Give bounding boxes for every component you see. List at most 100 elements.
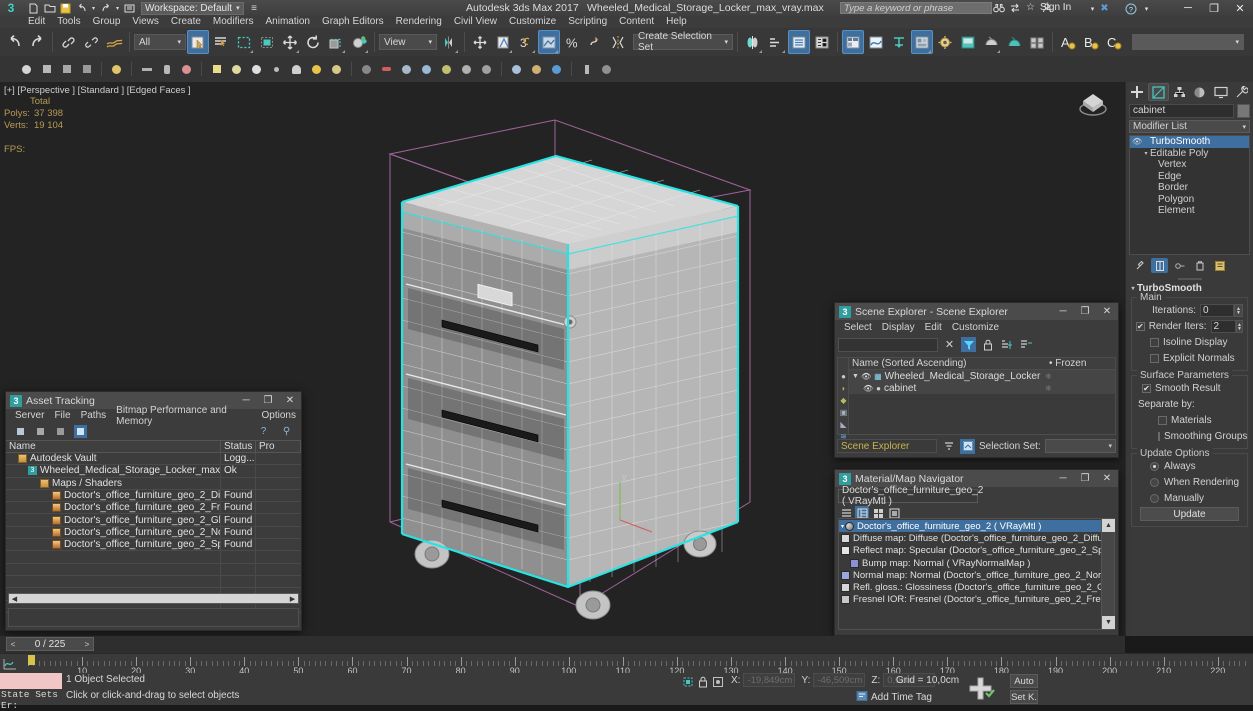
toolbar2-icon-8[interactable] [178, 61, 195, 78]
menu-item-edit[interactable]: Edit [920, 322, 947, 333]
select-and-move-icon[interactable] [279, 30, 301, 54]
toolbar2-icon-24[interactable] [528, 61, 545, 78]
graph-editor-curve-icon[interactable] [865, 30, 887, 54]
modifier-stack[interactable]: 👁 TurboSmooth ▾ Editable Poly Vertex Edg… [1129, 135, 1250, 255]
curve-editor-icon[interactable] [842, 30, 864, 54]
minimize-button[interactable]: ─ [1052, 470, 1074, 487]
layer-explorer-icon[interactable] [765, 30, 787, 54]
select-and-manipulate-icon[interactable] [469, 30, 491, 54]
toolbar2-icon-19[interactable] [418, 61, 435, 78]
filter-helpers-icon[interactable]: ◣ [838, 418, 849, 430]
iterations-input[interactable]: 0 [1200, 304, 1234, 317]
view-cube[interactable] [1075, 86, 1111, 122]
scene-explorer-titlebar[interactable]: 3 Scene Explorer - Scene Explorer ─ ❐ ✕ [835, 303, 1118, 320]
smoothing-groups-row[interactable]: Smoothing Groups [1136, 430, 1247, 443]
menu-item-server[interactable]: Server [10, 410, 49, 421]
sub-object-edge[interactable]: Edge [1130, 171, 1249, 183]
set-project-folder-icon[interactable] [122, 1, 137, 15]
menu-item-animation[interactable]: Animation [259, 16, 315, 28]
update-button[interactable]: Update [1140, 507, 1239, 521]
expand-triangle-icon[interactable]: ▼ [849, 373, 859, 380]
material-map-navigator-window[interactable]: 3 Material/Map Navigator ─ ❐ ✕ Doctor's_… [834, 469, 1119, 636]
tab-create[interactable] [1127, 83, 1148, 101]
material-tree[interactable]: ▾ Doctor's_office_furniture_geo_2 ( VRay… [839, 519, 1101, 629]
toolbar2-icon-12[interactable] [268, 61, 285, 78]
smooth-result-checkbox[interactable]: ✔ [1142, 384, 1151, 393]
materials-row[interactable]: Materials [1136, 414, 1243, 427]
filter-lights-icon[interactable]: ◆ [838, 394, 849, 406]
horizontal-scrollbar[interactable]: ◀ ▶ [8, 593, 299, 604]
minimize-button[interactable]: ─ [1175, 0, 1201, 16]
angle-snap-toggle-icon[interactable]: 3 [515, 30, 537, 54]
undo-button[interactable] [3, 30, 25, 54]
snaps-toggle-icon[interactable] [492, 30, 514, 54]
table-row[interactable]: Doctor's_office_furniture_geo_2_Diffuse.… [6, 489, 301, 503]
isoline-display-row[interactable]: Isoline Display [1136, 336, 1243, 349]
material-tree-row[interactable]: Refl. gloss.: Glossiness (Doctor's_offic… [839, 581, 1101, 593]
search-input[interactable]: Type a keyword or phrase [840, 2, 992, 14]
column-header-name[interactable]: Name [6, 441, 221, 452]
selection-filter-combo[interactable]: All ▾ [134, 34, 186, 50]
update-when-rendering-row[interactable]: When Rendering [1136, 476, 1243, 489]
exchange-icon[interactable] [1008, 1, 1021, 14]
toolbar2-icon-20[interactable] [438, 61, 455, 78]
toolbar2-icon-7[interactable] [158, 61, 175, 78]
text-a-icon[interactable]: A [1057, 30, 1079, 54]
align-icon[interactable] [742, 30, 764, 54]
script-combo[interactable]: ▾ [1132, 34, 1244, 50]
menu-item-bitmap-performance[interactable]: Bitmap Performance and Memory [111, 405, 256, 427]
tab-hierarchy[interactable] [1169, 83, 1190, 101]
toolbar2-icon-26[interactable] [578, 61, 595, 78]
bind-to-space-warp-icon[interactable] [103, 30, 125, 54]
menu-item-display[interactable]: Display [877, 322, 920, 333]
toggle-scene-explorer-icon[interactable] [788, 30, 810, 54]
toolbar2-icon-27[interactable] [598, 61, 615, 78]
x-coordinate-input[interactable]: -19,849cm [743, 673, 796, 687]
tab-motion[interactable] [1190, 83, 1211, 101]
toolbar2-icon-22[interactable] [478, 61, 495, 78]
render-production-icon[interactable] [980, 30, 1002, 54]
select-and-link-icon[interactable] [57, 30, 79, 54]
toolbar2-icon-4[interactable] [78, 61, 95, 78]
named-selection-set-combo[interactable]: Create Selection Set ▾ [633, 31, 733, 53]
close-button[interactable]: ✕ [1096, 303, 1118, 320]
scene-explorer-body[interactable]: ● ◗ ◆ ▣ ◣ ≋ Name (Sorted Ascending) • Fr… [837, 357, 1116, 441]
open-file-icon[interactable] [42, 1, 57, 15]
update-manually-radio[interactable] [1150, 494, 1159, 503]
eye-icon[interactable]: 👁 [859, 372, 871, 381]
toolbar2-icon-16[interactable] [358, 61, 375, 78]
toolbar2-icon-13[interactable] [288, 61, 305, 78]
y-coordinate-input[interactable]: -46,509cm [813, 673, 866, 687]
select-object-icon[interactable] [187, 30, 209, 54]
reference-coordinate-system-combo[interactable]: View ▾ [379, 34, 437, 50]
sub-object-polygon[interactable]: Polygon [1130, 194, 1249, 206]
timeline-ruler[interactable]: 10 20 30 40 50 60 70 80 90 100 110 120 130 140 150 160 1… [20, 654, 1253, 674]
menu-item-customize[interactable]: Customize [947, 322, 1004, 333]
table-row[interactable]: Doctor's_office_furniture_geo_2_Specular… [6, 539, 301, 552]
table-row[interactable]: Autodesk Vault Logg... [6, 453, 301, 466]
selection-set-combo[interactable]: ▾ [1044, 439, 1116, 453]
menu-item-scripting[interactable]: Scripting [562, 16, 613, 28]
new-file-icon[interactable] [26, 1, 41, 15]
workspace-menu-icon[interactable]: ≡ [247, 1, 262, 15]
unlink-selection-icon[interactable] [80, 30, 102, 54]
absolute-relative-mode-icon[interactable] [710, 674, 725, 689]
render-iters-spinner[interactable]: ▲ ▼ [1236, 320, 1243, 333]
filter-funnel-icon[interactable] [961, 337, 976, 352]
sub-object-element[interactable]: Element [1130, 205, 1249, 217]
sub-object-vertex[interactable]: Vertex [1130, 159, 1249, 171]
column-header-frozen[interactable]: • Frozen [1049, 358, 1115, 369]
material-tree-row[interactable]: Diffuse map: Diffuse (Doctor's_office_fu… [839, 532, 1101, 544]
material-tree-row[interactable]: Fresnel IOR: Fresnel (Doctor's_office_fu… [839, 594, 1101, 606]
configure-modifier-sets-icon[interactable] [1211, 258, 1228, 273]
menu-item-modifiers[interactable]: Modifiers [207, 16, 260, 28]
view-flat-icon[interactable] [74, 424, 87, 438]
table-row[interactable]: Doctor's_office_furniture_geo_2_Glossine… [6, 514, 301, 527]
object-color-swatch[interactable] [1237, 104, 1250, 118]
sign-in-button[interactable]: Sign In [1040, 2, 1071, 13]
minimize-button[interactable]: ─ [1052, 303, 1074, 320]
frozen-cell[interactable]: ❄ [1045, 384, 1115, 393]
toolbar2-icon-10[interactable] [228, 61, 245, 78]
scroll-up-arrow-icon[interactable]: ▲ [1102, 519, 1115, 532]
render-setup-icon[interactable] [934, 30, 956, 54]
